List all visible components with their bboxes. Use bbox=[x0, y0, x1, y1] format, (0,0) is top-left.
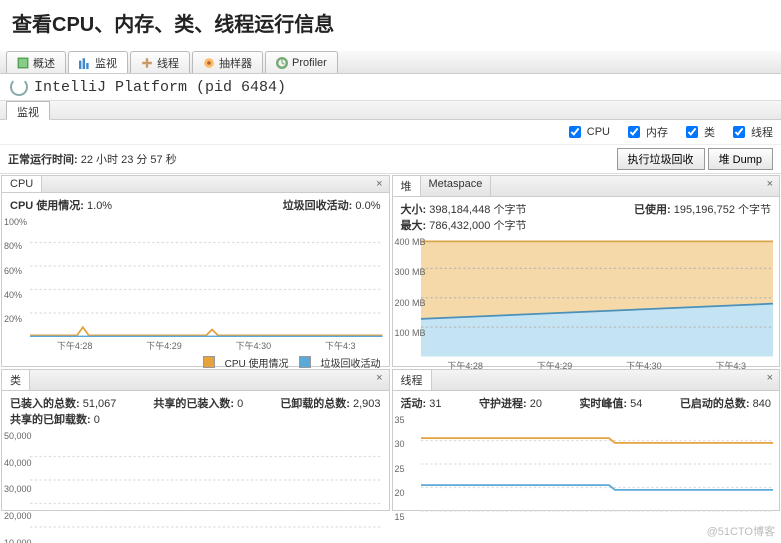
panel-threads-tab[interactable]: 线程 bbox=[393, 370, 432, 390]
tab-overview[interactable]: 概述 bbox=[6, 51, 66, 73]
subtab-monitor[interactable]: 监视 bbox=[6, 101, 50, 120]
app-title: IntelliJ Platform (pid 6484) bbox=[34, 79, 286, 96]
close-icon[interactable]: × bbox=[761, 370, 779, 390]
check-class[interactable]: 类 bbox=[682, 123, 715, 141]
heap-dump-button[interactable]: 堆 Dump bbox=[708, 148, 773, 170]
panel-metaspace-tab[interactable]: Metaspace bbox=[421, 176, 492, 196]
classes-chart: 50,00040,00030,00020,00010,000 bbox=[2, 431, 389, 543]
panel-heap-tab[interactable]: 堆 bbox=[393, 176, 421, 196]
app-titlebar: IntelliJ Platform (pid 6484) bbox=[0, 74, 781, 101]
check-cpu[interactable]: CPU bbox=[565, 123, 610, 141]
panel-threads: 线程× 活动: 31 守护进程: 20 实时峰值: 54 已启动的总数: 840… bbox=[392, 369, 781, 511]
panel-cpu-tab[interactable]: CPU bbox=[2, 176, 42, 192]
sub-tabbar: 监视 bbox=[0, 101, 781, 120]
gc-button[interactable]: 执行垃圾回收 bbox=[617, 148, 705, 170]
close-icon[interactable]: × bbox=[370, 176, 388, 192]
watermark: @51CTO博客 bbox=[707, 523, 775, 539]
filter-checks: CPU 内存 类 线程 bbox=[0, 120, 781, 145]
tab-threads[interactable]: 线程 bbox=[130, 51, 190, 73]
threads-chart: 3530252015 bbox=[393, 415, 780, 537]
cpu-chart: 100%80%60%40%20% bbox=[2, 217, 389, 339]
check-thread[interactable]: 线程 bbox=[729, 123, 773, 141]
tab-profiler[interactable]: Profiler bbox=[265, 51, 338, 73]
panel-classes-tab[interactable]: 类 bbox=[2, 370, 30, 390]
tab-sampler[interactable]: 抽样器 bbox=[192, 51, 263, 73]
panel-cpu: CPU× CPU 使用情况: 1.0% 垃圾回收活动: 0.0% 100%80%… bbox=[1, 175, 390, 367]
panel-heap: 堆Metaspace× 大小: 398,184,448 个字节 已使用: 195… bbox=[392, 175, 781, 367]
heap-chart: 400 MB300 MB200 MB100 MB bbox=[393, 237, 780, 359]
page-title: 查看CPU、内存、类、线程运行信息 bbox=[12, 8, 769, 37]
main-tabbar: 概述 监视 线程 抽样器 Profiler bbox=[0, 51, 781, 74]
loading-icon bbox=[10, 78, 28, 96]
panel-classes: 类× 已装入的总数: 51,067 共享的已装入数: 0 已卸载的总数: 2,9… bbox=[1, 369, 390, 511]
close-icon[interactable]: × bbox=[370, 370, 388, 390]
check-mem[interactable]: 内存 bbox=[624, 123, 668, 141]
uptime: 正常运行时间: 22 小时 23 分 57 秒 bbox=[8, 151, 177, 167]
tab-monitor[interactable]: 监视 bbox=[68, 51, 128, 73]
close-icon[interactable]: × bbox=[761, 176, 779, 196]
